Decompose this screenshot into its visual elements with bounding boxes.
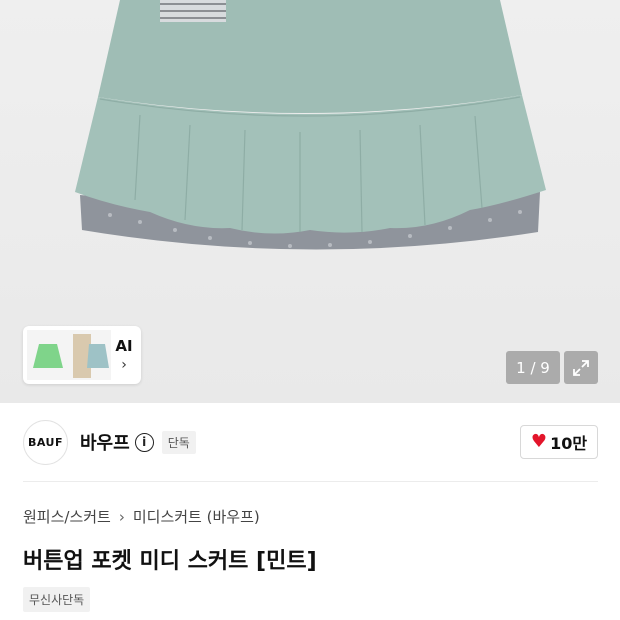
chevron-right-icon: › [121,357,127,373]
like-button[interactable]: ♥ 10만 [520,425,598,459]
brand-name[interactable]: 바우프 [80,429,130,455]
exclusive-badge: 단독 [161,430,196,454]
like-count: 10만 [550,434,588,453]
heart-icon: ♥ [530,431,548,452]
ai-label: AI [115,337,133,355]
breadcrumb-subcategory[interactable]: 미디스커트 (바우프) [133,506,260,527]
product-image-gallery[interactable]: AI › 1 / 9 [0,0,620,403]
product-title: 버튼업 포켓 미디 스커트 [민트] [23,549,317,574]
breadcrumb: 원피스/스커트 › 미디스커트 (바우프) [23,506,260,527]
ai-thumbnail-strip [27,330,111,380]
chevron-right-icon: › [118,507,125,526]
brand-row: BAUF 바우프 i 단독 ♥ 10만 [23,419,598,465]
expand-icon [573,359,589,376]
image-counter: 1 / 9 [506,351,560,384]
divider [23,481,598,482]
brand-logo[interactable]: BAUF [23,419,68,465]
exclusive-tag: 무신사단독 [23,587,91,612]
ai-recommendation-card[interactable]: AI › [23,326,141,384]
info-icon[interactable]: i [134,432,154,452]
expand-button[interactable] [564,351,598,384]
breadcrumb-category[interactable]: 원피스/스커트 [23,506,111,527]
